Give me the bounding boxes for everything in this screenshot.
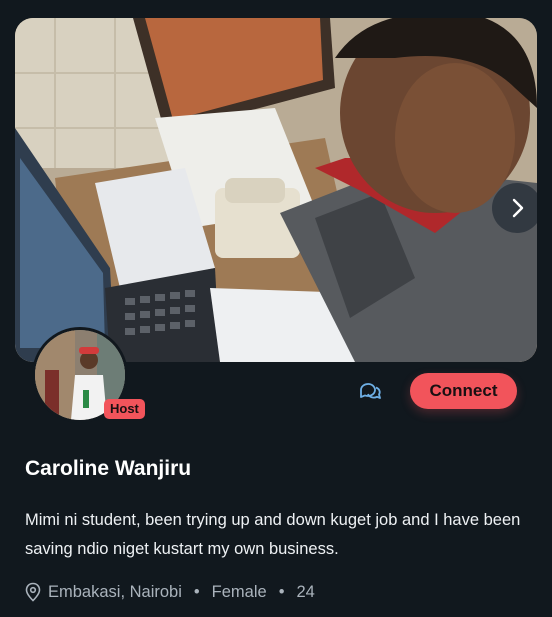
profile-meta: Embakasi, Nairobi • Female • 24 <box>24 580 315 604</box>
profile-bio: Mimi ni student, been trying up and down… <box>25 511 521 558</box>
profile-name: Caroline Wanjiru <box>25 457 192 480</box>
connect-button[interactable]: Connect <box>410 373 517 409</box>
gender-text: Female <box>211 582 267 601</box>
location-text: Embakasi, Nairobi <box>48 582 182 601</box>
age-text: 24 <box>296 582 315 601</box>
profile-card: Host Connect Caroline Wanjiru Mimi ni st… <box>0 0 552 617</box>
meta-separator: • <box>193 582 200 601</box>
host-badge: Host <box>104 399 145 419</box>
chevron-right-icon <box>512 198 524 218</box>
meta-separator: • <box>278 582 285 601</box>
map-pin-icon <box>25 582 41 602</box>
next-photo-button[interactable] <box>492 183 537 233</box>
photo-illustration <box>15 18 537 362</box>
profile-photo[interactable] <box>15 18 537 362</box>
chat-bubbles-icon[interactable] <box>357 378 383 404</box>
